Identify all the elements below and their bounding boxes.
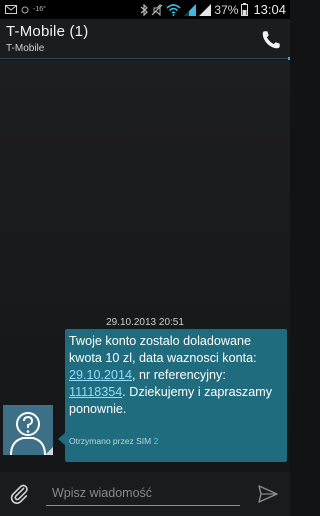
message-footer: Otrzymano przez SIM 2 [69,436,158,446]
battery-icon [241,3,249,16]
message-text-part-2: , nr referencyjny: [132,368,226,382]
signal-icon-2 [199,3,212,16]
action-bar: T-Mobile (1) T-Mobile [0,19,290,59]
weather-icon [21,6,29,13]
temperature-label: -16° [33,6,46,13]
clock: 13:04 [253,2,286,17]
date-link[interactable]: 29.10.2014 [69,368,132,382]
conversation-thread[interactable]: 29.10.2013 20:51 Twoje konto zostalo dol… [0,60,290,472]
header-divider [0,57,290,60]
paperclip-icon[interactable] [8,482,30,504]
reference-link[interactable]: 11118354 [69,385,122,399]
message-input[interactable] [46,480,240,506]
phone-icon[interactable] [260,29,282,51]
unknown-contact-icon [10,412,53,455]
signal-icon-1 [184,3,197,16]
send-icon[interactable] [258,484,278,504]
mute-icon [151,3,163,16]
message-date: 29.10.2013 20:51 [106,317,184,328]
conversation-subtitle: T-Mobile [6,43,45,54]
battery-percent: 37% [214,2,239,17]
received-via-label: Otrzymano przez SIM [69,436,152,446]
conversation-title[interactable]: T-Mobile (1) [6,23,88,40]
mail-icon [5,5,17,14]
message-bubble[interactable]: Twoje konto zostalo doladowane kwota 10 … [65,329,287,462]
sim-number: 2 [153,436,159,446]
message-text-part-1: Twoje konto zostalo doladowane kwota 10 … [69,334,257,365]
bubble-tail [58,432,66,446]
message-text: Twoje konto zostalo doladowane kwota 10 … [69,333,283,418]
contact-avatar[interactable] [3,405,53,455]
bluetooth-icon [141,3,149,16]
wifi-icon [166,3,181,16]
status-bar: -16° 37% 13:04 [0,0,290,19]
compose-bar [0,472,290,516]
